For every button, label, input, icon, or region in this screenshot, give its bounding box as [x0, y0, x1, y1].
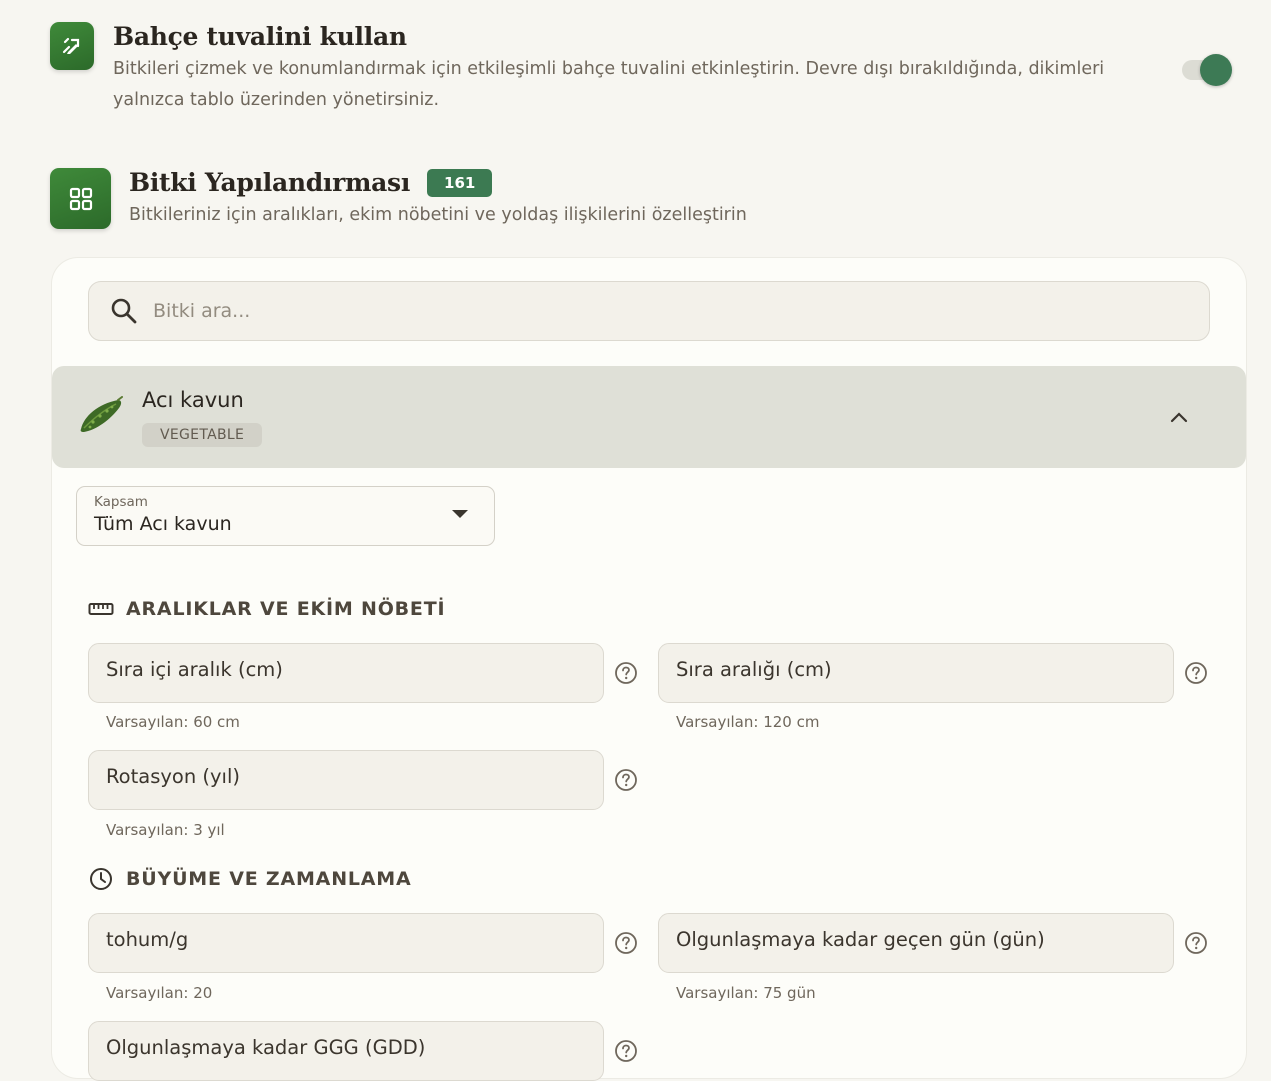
in-row-spacing-field[interactable]: Sıra içi aralık (cm) — [88, 643, 604, 703]
search-icon — [109, 296, 139, 326]
help-icon[interactable] — [614, 931, 638, 955]
spacing-heading-text: ARALIKLAR VE EKİM NÖBETİ — [126, 598, 446, 620]
plant-config-card: Acı kavun VEGETABLE Kapsam Tüm Acı kavun… — [52, 258, 1246, 1081]
plant-name: Acı kavun — [142, 388, 244, 412]
help-icon[interactable] — [1184, 931, 1208, 955]
rotation-field[interactable]: Rotasyon (yıl) — [88, 750, 604, 810]
growth-heading-text: BÜYÜME VE ZAMANLAMA — [126, 868, 412, 890]
gdd-to-maturity-label: Olgunlaşmaya kadar GGG (GDD) — [106, 1036, 426, 1059]
plant-config-header: Bitki Yapılandırması 161 Bitkileriniz iç… — [50, 168, 747, 229]
spacing-section-heading: ARALIKLAR VE EKİM NÖBETİ — [88, 596, 445, 622]
row-spacing-label: Sıra aralığı (cm) — [676, 658, 832, 681]
plant-accordion-header[interactable]: Acı kavun VEGETABLE — [52, 366, 1246, 468]
help-icon[interactable] — [614, 661, 638, 685]
search-input[interactable] — [151, 299, 1151, 323]
scope-value: Tüm Acı kavun — [94, 513, 232, 535]
use-canvas-setting: Bahçe tuvalini kullan Bitkileri çizmek v… — [50, 22, 1240, 116]
clock-icon — [88, 866, 114, 892]
in-row-spacing-hint: Varsayılan: 60 cm — [106, 713, 240, 731]
rotation-label: Rotasyon (yıl) — [106, 765, 240, 788]
section-description: Bitkileriniz için aralıkları, ekim nöbet… — [129, 205, 747, 225]
gdd-to-maturity-field[interactable]: Olgunlaşmaya kadar GGG (GDD) — [88, 1021, 604, 1081]
pencil-edit-icon — [50, 22, 94, 70]
growth-section-heading: BÜYÜME VE ZAMANLAMA — [88, 866, 412, 892]
setting-title: Bahçe tuvalini kullan — [113, 22, 407, 51]
in-row-spacing-label: Sıra içi aralık (cm) — [106, 658, 283, 681]
help-icon[interactable] — [614, 768, 638, 792]
row-spacing-field[interactable]: Sıra aralığı (cm) — [658, 643, 1174, 703]
grid-icon — [50, 168, 111, 229]
scope-select[interactable]: Kapsam Tüm Acı kavun — [76, 486, 495, 546]
caret-down-icon — [452, 510, 468, 518]
plant-category-badge: VEGETABLE — [142, 423, 263, 447]
scope-label: Kapsam — [94, 494, 148, 510]
plant-search[interactable] — [88, 281, 1210, 341]
seeds-per-gram-hint: Varsayılan: 20 — [106, 984, 213, 1002]
seeds-per-gram-label: tohum/g — [106, 928, 189, 951]
help-icon[interactable] — [1184, 661, 1208, 685]
days-to-maturity-field[interactable]: Olgunlaşmaya kadar geçen gün (gün) — [658, 913, 1174, 973]
canvas-toggle[interactable] — [1180, 52, 1234, 86]
help-icon[interactable] — [614, 1039, 638, 1063]
seeds-per-gram-field[interactable]: tohum/g — [88, 913, 604, 973]
plant-count-badge: 161 — [427, 168, 493, 197]
setting-description: Bitkileri çizmek ve konumlandırmak için … — [113, 59, 1105, 110]
section-title: Bitki Yapılandırması — [129, 168, 411, 197]
row-spacing-hint: Varsayılan: 120 cm — [676, 713, 820, 731]
bitter-melon-image — [78, 396, 124, 436]
toggle-thumb — [1200, 54, 1232, 86]
rotation-hint: Varsayılan: 3 yıl — [106, 821, 225, 839]
days-to-maturity-hint: Varsayılan: 75 gün — [676, 984, 816, 1002]
chevron-up-icon[interactable] — [1164, 402, 1194, 432]
ruler-icon — [88, 596, 114, 622]
days-to-maturity-label: Olgunlaşmaya kadar geçen gün (gün) — [676, 928, 1045, 951]
